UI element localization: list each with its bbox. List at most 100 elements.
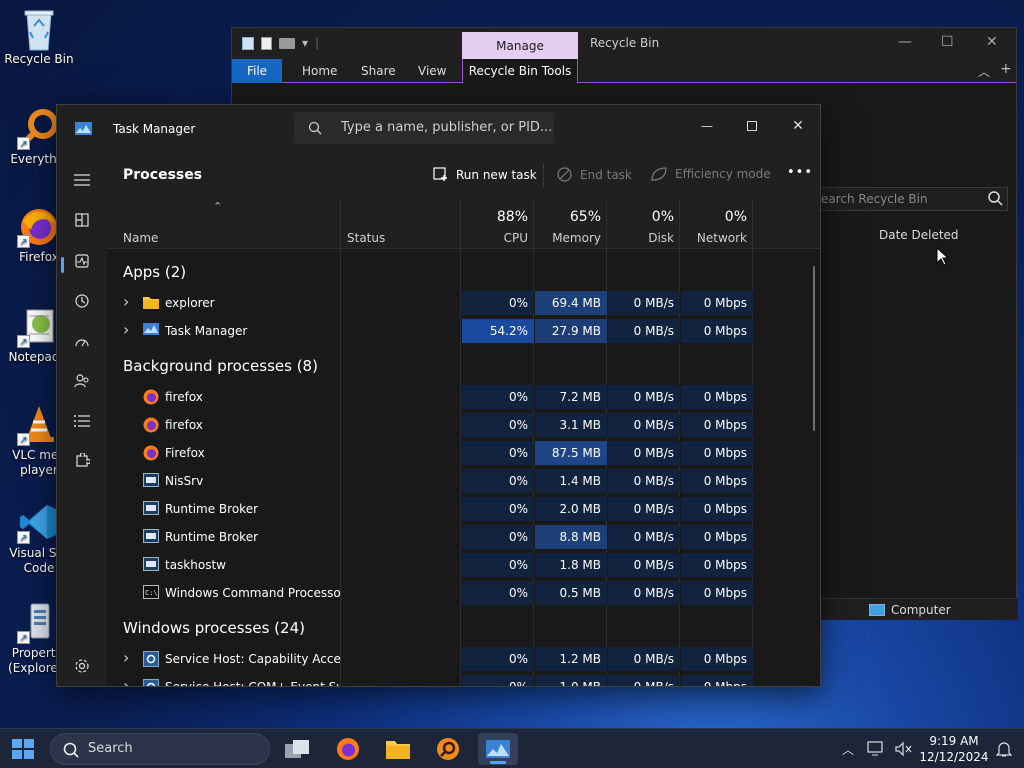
search-icon[interactable] <box>987 190 1003 206</box>
process-row[interactable]: › Task Manager 54.2% 27.9 MB 0 MB/s 0 Mbps <box>107 317 820 345</box>
process-row[interactable]: C:\ Windows Command Processo... 0% 0.5 MB 0 … <box>107 579 820 607</box>
process-name: Runtime Broker <box>165 502 259 516</box>
minimize-icon: — <box>701 119 713 133</box>
efficiency-mode-button[interactable]: Efficiency mode <box>651 167 771 181</box>
process-row[interactable]: NisSrv 0% 1.4 MB 0 MB/s 0 Mbps <box>107 467 820 495</box>
bell-icon <box>996 742 1012 757</box>
process-disk-value: 0 MB/s <box>608 385 680 409</box>
nav-performance[interactable] <box>69 248 95 274</box>
maximize-button[interactable] <box>737 111 767 141</box>
notifications-button[interactable] <box>994 739 1014 759</box>
taskbar-firefox[interactable] <box>328 733 368 765</box>
task-manager-window[interactable]: Task Manager Type a name, publisher, or … <box>56 104 821 687</box>
expand-chevron-icon[interactable]: › <box>123 676 133 686</box>
hamburger-menu-button[interactable] <box>69 167 95 193</box>
expand-chevron-icon[interactable]: › <box>123 292 133 311</box>
tab-recycle-bin-tools[interactable]: Recycle Bin Tools <box>462 59 578 84</box>
task-view-button[interactable] <box>278 733 318 765</box>
taskbar-file-explorer[interactable] <box>378 733 418 765</box>
location-segment[interactable]: Computer <box>863 599 951 621</box>
minimize-icon[interactable]: — <box>898 34 912 50</box>
manage-context-tab[interactable]: Manage <box>462 32 578 59</box>
process-row[interactable]: firefox 0% 7.2 MB 0 MB/s 0 Mbps <box>107 383 820 411</box>
button-label: Run new task <box>456 167 537 182</box>
column-header-disk[interactable]: 0% Disk <box>607 199 680 249</box>
task-manager-titlebar[interactable]: Task Manager Type a name, publisher, or … <box>57 105 820 151</box>
nav-details[interactable] <box>69 408 95 434</box>
svg-text:C:\: C:\ <box>145 589 158 597</box>
column-header-memory[interactable]: 65% Memory <box>534 199 607 249</box>
process-network-value: 0 Mbps <box>681 553 753 577</box>
help-icon[interactable]: + <box>1000 61 1012 77</box>
nav-processes[interactable] <box>69 207 95 233</box>
recycle-bin-search[interactable]: earch Recycle Bin <box>816 187 1008 211</box>
vertical-scrollbar[interactable] <box>813 266 815 431</box>
column-label: Memory <box>552 231 601 245</box>
process-row[interactable]: › explorer 0% 69.4 MB 0 MB/s 0 Mbps <box>107 289 820 317</box>
taskbar-search-box[interactable]: Search <box>50 733 270 765</box>
process-name: NisSrv <box>165 474 204 488</box>
nav-settings[interactable] <box>69 653 95 679</box>
nav-startup-apps[interactable] <box>69 328 95 354</box>
clock[interactable]: 9:19 AM 12/12/2024 <box>918 733 990 765</box>
process-cpu-value: 0% <box>462 413 534 437</box>
process-row[interactable]: firefox 0% 3.1 MB 0 MB/s 0 Mbps <box>107 411 820 439</box>
firefox-icon <box>143 389 159 405</box>
tab-view[interactable]: View <box>408 59 456 83</box>
tab-file[interactable]: File <box>232 59 282 83</box>
taskbar-everything[interactable] <box>428 733 468 765</box>
process-disk-value: 0 MB/s <box>608 413 680 437</box>
process-network-value: 0 Mbps <box>681 647 753 671</box>
process-row[interactable]: Runtime Broker 0% 8.8 MB 0 MB/s 0 Mbps <box>107 523 820 551</box>
minimize-button[interactable]: — <box>692 111 722 141</box>
process-cpu-value: 0% <box>462 647 534 671</box>
more-options-button[interactable]: ••• <box>787 165 813 180</box>
group-header-background: Background processes (8) <box>123 357 318 375</box>
expand-chevron-icon[interactable]: › <box>123 648 133 667</box>
tab-home[interactable]: Home <box>292 59 347 83</box>
column-header-cpu[interactable]: 88% CPU <box>461 199 534 249</box>
nav-app-history[interactable] <box>69 288 95 314</box>
process-name: firefox <box>165 418 203 432</box>
folder-quick-icon[interactable] <box>279 37 295 49</box>
maximize-icon[interactable]: ☐ <box>941 34 954 50</box>
tab-share[interactable]: Share <box>351 59 406 83</box>
show-hidden-icons-button[interactable]: ︿ <box>838 739 858 759</box>
process-row[interactable]: Runtime Broker 0% 2.0 MB 0 MB/s 0 Mbps <box>107 495 820 523</box>
collapse-ribbon-icon[interactable]: ︿ <box>978 63 990 80</box>
expand-chevron-icon[interactable]: › <box>123 320 133 339</box>
process-row[interactable]: taskhostw 0% 1.8 MB 0 MB/s 0 Mbps <box>107 551 820 579</box>
column-header-name[interactable]: ⌃ Name <box>107 199 340 249</box>
chevron-up-icon: ︿ <box>841 742 854 757</box>
start-button[interactable] <box>12 739 34 759</box>
run-new-task-button[interactable]: Run new task <box>433 167 537 182</box>
desktop-icon-recycle-bin[interactable]: Recycle Bin <box>0 8 78 67</box>
process-row[interactable]: › Service Host: COM+ Event Sys... 0%1.0 MB… <box>107 673 820 686</box>
customize-dropdown-icon[interactable]: ▾ <box>302 36 308 50</box>
process-name: firefox <box>165 390 203 404</box>
process-row[interactable]: › Service Host: Capability Acces... 0% 1.2 … <box>107 645 820 673</box>
location-label: Computer <box>891 603 951 617</box>
nav-users[interactable] <box>69 368 95 394</box>
app-window-icon <box>143 529 159 545</box>
recycle-bin-titlebar[interactable]: ▾ | Manage Recycle Bin — ☐ ✕ <box>232 28 1016 59</box>
page-title: Processes <box>123 167 203 183</box>
close-icon[interactable]: ✕ <box>986 34 998 50</box>
nav-services[interactable] <box>69 448 95 474</box>
taskbar-task-manager[interactable] <box>478 733 518 765</box>
network-status-button[interactable] <box>866 739 886 759</box>
column-header-status[interactable]: Status <box>341 199 460 249</box>
volume-button[interactable] <box>894 739 914 759</box>
close-button[interactable]: ✕ <box>783 111 813 141</box>
properties-quick-icon[interactable] <box>261 36 272 50</box>
process-row[interactable]: Firefox 0% 87.5 MB 0 MB/s 0 Mbps <box>107 439 820 467</box>
column-label: Disk <box>648 231 674 245</box>
task-manager-logo-icon <box>143 323 159 339</box>
column-header-network[interactable]: 0% Network <box>680 199 753 249</box>
process-name: Firefox <box>165 446 205 460</box>
column-header-date-deleted[interactable]: Date Deleted <box>818 223 1014 247</box>
process-disk-value: 0 MB/s <box>608 525 680 549</box>
process-search-input[interactable]: Type a name, publisher, or PID... <box>294 112 554 144</box>
end-task-button[interactable]: End task <box>557 167 632 182</box>
process-disk-value: 0 MB/s <box>608 291 680 315</box>
